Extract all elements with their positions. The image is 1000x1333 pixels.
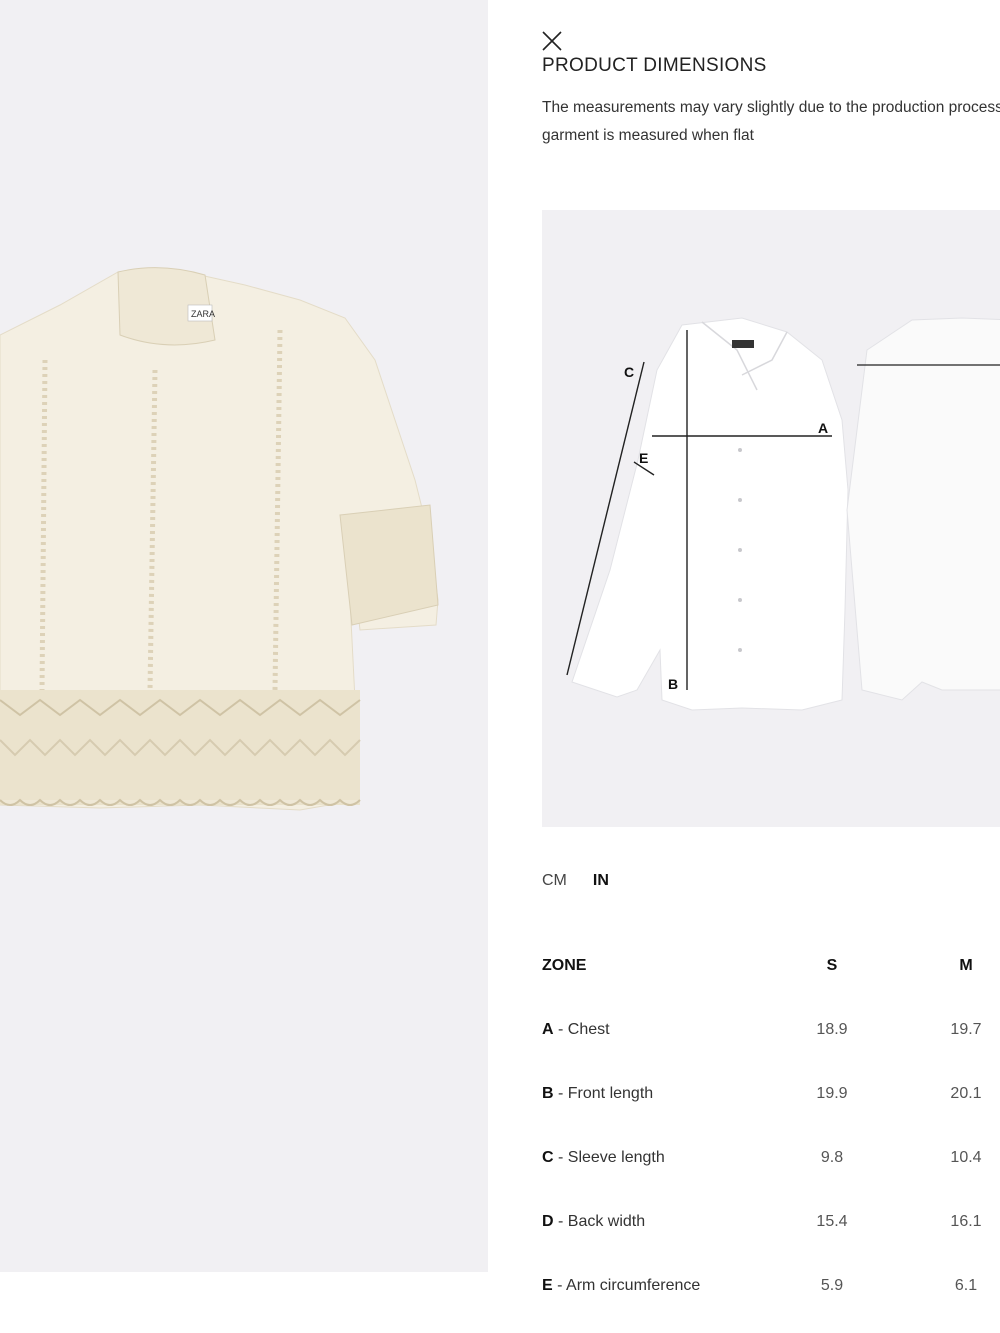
size-s-cell: 9.8 xyxy=(820,1149,844,1166)
label-a: A xyxy=(818,420,828,436)
measurement-diagram: A B C E xyxy=(542,210,1000,827)
back-shirt xyxy=(846,317,1000,701)
header-zone: ZONE xyxy=(542,957,587,974)
table-row: A - Chest 18.9 19.7 xyxy=(542,1021,1000,1085)
shirt-diagram: A B C E xyxy=(566,317,1000,711)
size-s-cell: 5.9 xyxy=(820,1277,844,1294)
zone-cell: B - Front length xyxy=(542,1085,654,1102)
table-row: E - Arm circumference 5.9 6.1 xyxy=(542,1277,1000,1333)
zone-cell: C - Sleeve length xyxy=(542,1149,665,1166)
front-shirt xyxy=(571,317,849,711)
dimensions-panel: PRODUCT DIMENSIONS The measurements may … xyxy=(488,0,1000,1333)
table-row: D - Back width 15.4 16.1 xyxy=(542,1213,1000,1277)
size-m-cell: 19.7 xyxy=(950,1021,982,1038)
unit-cm-tab[interactable]: CM xyxy=(542,872,567,890)
zone-cell: E - Arm circumference xyxy=(542,1277,701,1294)
brand-tag-text: ZARA xyxy=(191,309,215,319)
size-m-cell: 20.1 xyxy=(950,1085,982,1102)
size-m-cell: 16.1 xyxy=(950,1213,982,1230)
unit-toggle: CM IN xyxy=(542,872,609,890)
product-photo: ZARA xyxy=(0,267,439,811)
header-size-m: M xyxy=(959,957,973,974)
label-b: B xyxy=(668,676,678,692)
size-table: ZONE S M A - Chest 18.9 19.7 B - Front l… xyxy=(542,957,1000,1333)
label-c: C xyxy=(624,364,634,380)
label-e: E xyxy=(639,450,648,466)
size-s-cell: 15.4 xyxy=(816,1213,848,1230)
modal-description: The measurements may vary slightly due t… xyxy=(542,99,1000,144)
size-s-cell: 19.9 xyxy=(816,1085,848,1102)
size-m-cell: 10.4 xyxy=(950,1149,982,1166)
sleeve-lace xyxy=(339,504,439,626)
size-s-cell: 18.9 xyxy=(816,1021,848,1038)
table-header-row: ZONE S M xyxy=(542,957,1000,1021)
unit-in-tab[interactable]: IN xyxy=(593,872,609,890)
close-icon[interactable] xyxy=(542,31,562,51)
header-size-s: S xyxy=(826,957,838,974)
zone-cell: D - Back width xyxy=(542,1213,646,1230)
table-row: C - Sleeve length 9.8 10.4 xyxy=(542,1149,1000,1213)
zone-cell: A - Chest xyxy=(542,1021,610,1038)
modal-title: PRODUCT DIMENSIONS xyxy=(542,55,767,76)
table-row: B - Front length 19.9 20.1 xyxy=(542,1085,1000,1149)
product-image-panel: ZARA xyxy=(0,0,488,1272)
size-m-cell: 6.1 xyxy=(954,1277,978,1294)
